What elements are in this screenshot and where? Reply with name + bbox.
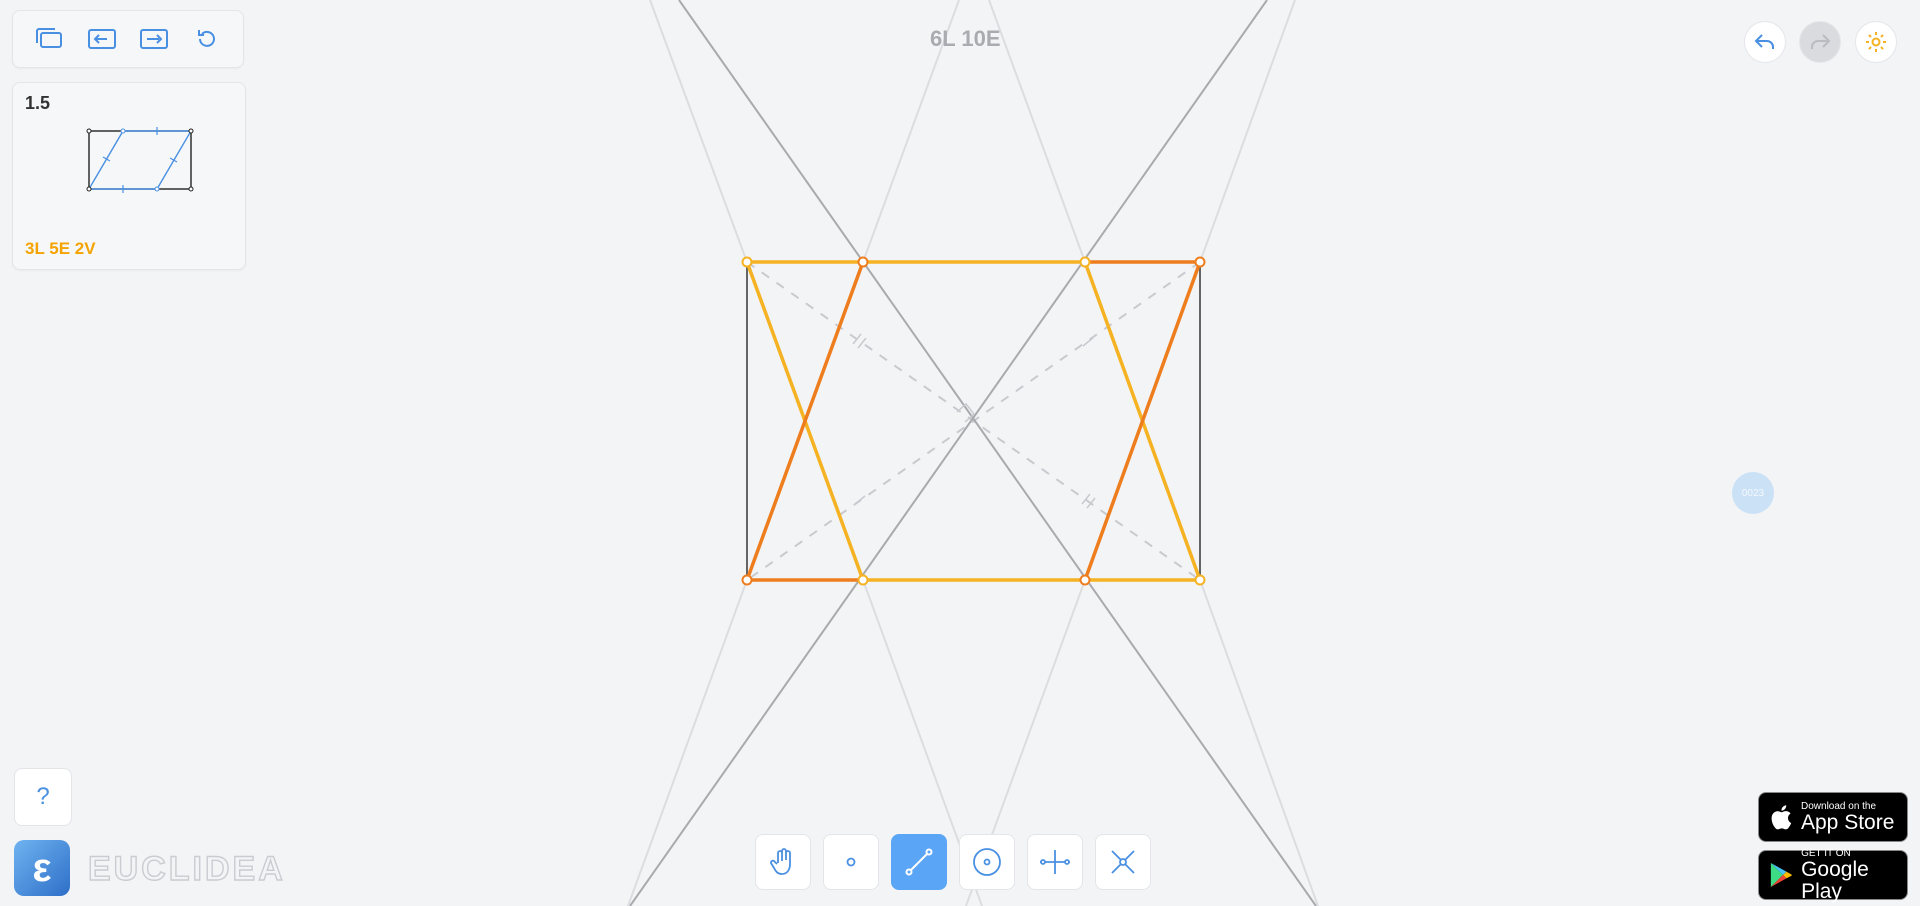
construction-line xyxy=(627,579,748,906)
equal-tick xyxy=(1086,497,1096,509)
construction-line xyxy=(629,0,1268,906)
google-play-line1: GET IT ON xyxy=(1801,847,1851,859)
vertex-point[interactable] xyxy=(1194,256,1206,268)
perpendicular-bisector-tool[interactable] xyxy=(1027,834,1083,890)
vertex-point[interactable] xyxy=(857,574,869,586)
euclidea-wordmark: EUCLIDEA xyxy=(87,849,286,888)
construction-canvas[interactable] xyxy=(0,0,1920,906)
construction-line xyxy=(678,0,1317,906)
level-score: 3L 5E 2V xyxy=(25,239,96,258)
line-tool[interactable] xyxy=(891,834,947,890)
redo-button[interactable] xyxy=(1799,21,1841,63)
app-store-line2: App Store xyxy=(1801,810,1895,834)
app-store-badge[interactable]: Download on the App Store xyxy=(1758,792,1908,842)
undo-icon xyxy=(1754,34,1774,49)
circle-tool[interactable] xyxy=(959,834,1015,890)
construction-line xyxy=(1199,579,1319,906)
construction-line xyxy=(988,0,1086,263)
app-store-line1: Download on the xyxy=(1801,800,1877,812)
undo-button[interactable] xyxy=(1744,21,1786,63)
restart-icon[interactable] xyxy=(187,19,227,59)
copy-icon[interactable] xyxy=(29,19,69,59)
google-play-icon xyxy=(1770,862,1792,888)
hand-icon xyxy=(770,848,791,875)
gear-icon xyxy=(1866,32,1886,52)
hint-bubble[interactable]: 0023 xyxy=(1732,472,1774,514)
line-icon xyxy=(905,848,933,876)
euclidea-logo: ε xyxy=(14,840,70,896)
construction-line xyxy=(1199,0,1296,263)
google-play-line2: Google Play xyxy=(1801,857,1869,903)
vertex-point[interactable] xyxy=(1194,574,1206,586)
help-button[interactable]: ? xyxy=(14,768,72,826)
equal-tick xyxy=(854,495,866,505)
tool-palette xyxy=(755,834,1151,890)
level-thumbnail xyxy=(86,127,194,193)
equal-tick xyxy=(857,337,867,349)
construction-line xyxy=(649,0,748,263)
intersect-icon xyxy=(1111,850,1135,874)
move-tool[interactable] xyxy=(755,834,811,890)
redo-icon xyxy=(1811,34,1831,49)
settings-button[interactable] xyxy=(1855,21,1897,63)
level-number: 1.5 xyxy=(25,93,51,113)
equal-tick xyxy=(852,333,862,345)
circle-icon xyxy=(973,848,1001,876)
move-counter: 6L 10E xyxy=(930,26,1001,51)
vertex-point[interactable] xyxy=(741,256,753,268)
google-play-badge[interactable]: GET IT ON Google Play xyxy=(1758,847,1908,903)
vertex-point[interactable] xyxy=(741,574,753,586)
next-level-icon[interactable] xyxy=(134,19,174,59)
perpendicular-bisector-icon xyxy=(1040,850,1070,874)
intersect-tool[interactable] xyxy=(1095,834,1151,890)
vertex-point[interactable] xyxy=(857,256,869,268)
vertex-point[interactable] xyxy=(1079,256,1091,268)
apple-icon xyxy=(1771,805,1792,830)
point-icon xyxy=(846,857,856,867)
equal-tick xyxy=(1082,337,1094,347)
point-tool[interactable] xyxy=(823,834,879,890)
previous-level-icon[interactable] xyxy=(82,19,122,59)
vertex-point[interactable] xyxy=(1079,574,1091,586)
level-card[interactable]: 1.5 3L 5E 2V xyxy=(12,82,246,270)
top-left-toolbar xyxy=(12,10,244,68)
